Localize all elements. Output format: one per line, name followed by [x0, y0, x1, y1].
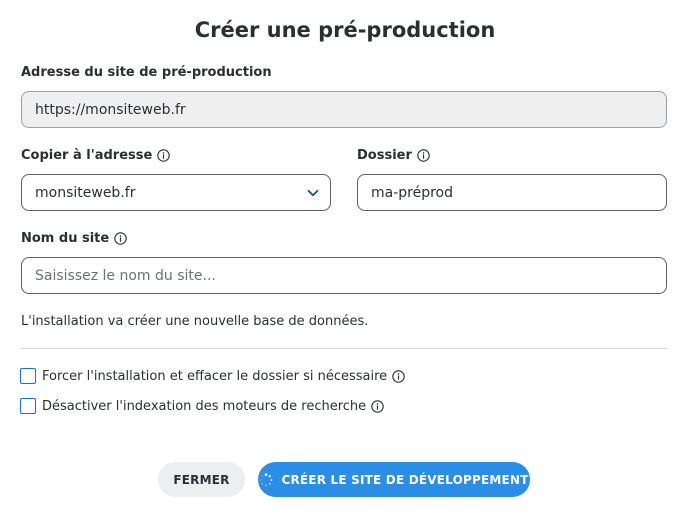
address-label-text: Adresse du site de pré-production [21, 65, 272, 80]
database-note: L'installation va créer une nouvelle bas… [21, 314, 369, 329]
disable-indexing-option[interactable]: Désactiver l'indexation des moteurs de r… [20, 398, 384, 414]
force-install-checkbox[interactable] [20, 368, 36, 384]
create-preproduction-dialog: Créer une pré-production Adresse du site… [0, 0, 690, 520]
disable-indexing-checkbox[interactable] [20, 398, 36, 414]
site-name-input[interactable] [21, 257, 667, 294]
disable-indexing-label[interactable]: Désactiver l'indexation des moteurs de r… [42, 399, 366, 414]
divider [21, 348, 667, 349]
address-field: https://monsiteweb.fr [21, 91, 667, 128]
copy-to-label-text: Copier à l'adresse [21, 148, 153, 163]
force-install-option[interactable]: Forcer l'installation et effacer le doss… [20, 368, 405, 384]
folder-label-text: Dossier [357, 148, 412, 163]
copy-to-selected-value: monsiteweb.fr [35, 184, 136, 201]
info-icon[interactable] [114, 232, 127, 245]
folder-label: Dossier [357, 148, 430, 163]
info-icon[interactable] [417, 149, 430, 162]
close-button[interactable]: FERMER [158, 462, 245, 497]
spinner-icon [259, 472, 273, 487]
close-button-label: FERMER [173, 472, 230, 487]
folder-value: ma-préprod [371, 184, 454, 201]
info-icon[interactable] [371, 399, 384, 413]
force-install-label[interactable]: Forcer l'installation et effacer le doss… [42, 369, 387, 384]
info-icon[interactable] [157, 149, 171, 162]
site-name-label: Nom du site [21, 231, 127, 246]
create-dev-site-button[interactable]: CRÉER LE SITE DE DÉVELOPPEMENT [258, 462, 530, 497]
create-dev-site-label: CRÉER LE SITE DE DÉVELOPPEMENT [281, 472, 529, 487]
info-icon[interactable] [392, 369, 405, 383]
site-name-label-text: Nom du site [21, 231, 110, 246]
chevron-down-icon [306, 186, 320, 200]
address-label: Adresse du site de pré-production [21, 65, 272, 80]
address-value: https://monsiteweb.fr [35, 101, 186, 118]
dialog-title: Créer une pré-production [194, 18, 496, 42]
folder-input[interactable]: ma-préprod [357, 174, 667, 211]
copy-to-select[interactable]: monsiteweb.fr [21, 174, 331, 211]
copy-to-label: Copier à l'adresse [21, 148, 171, 163]
